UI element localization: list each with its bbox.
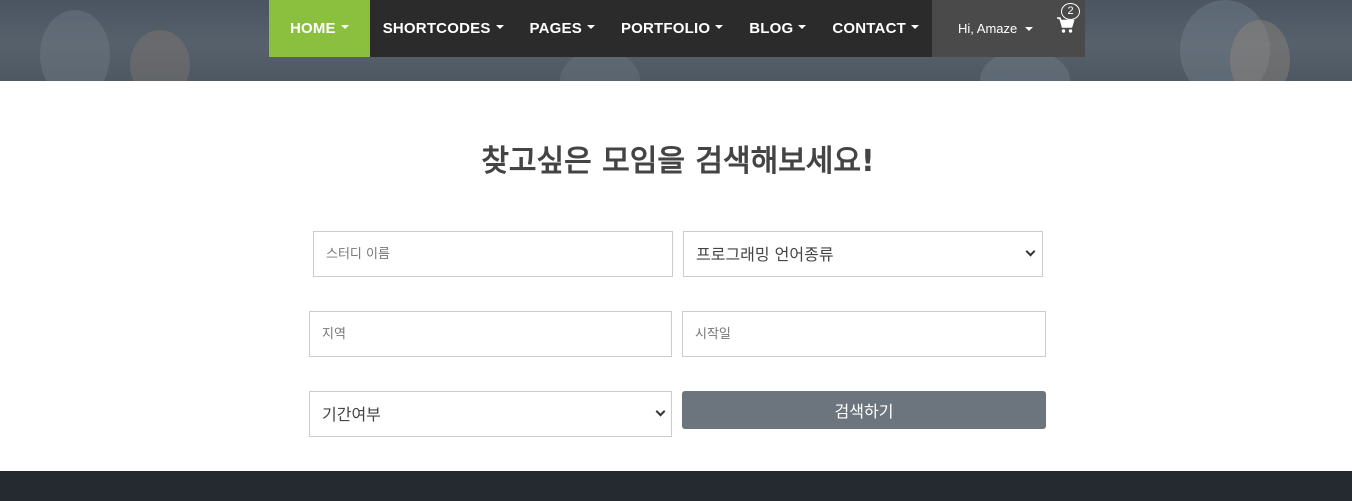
region-input[interactable] xyxy=(309,311,672,357)
user-greeting: Hi, Amaze xyxy=(958,21,1018,36)
nav-item-label: SHORTCODES xyxy=(382,20,491,37)
cart-count-badge: 2 xyxy=(1061,3,1080,20)
nav-item-home[interactable]: HOME xyxy=(269,0,370,57)
nav-item-pages[interactable]: PAGES xyxy=(517,0,608,57)
start-date-input[interactable] xyxy=(682,311,1046,357)
nav-item-label: BLOG xyxy=(749,20,794,37)
caret-down-icon xyxy=(586,24,595,29)
nav-item-contact[interactable]: CONTACT xyxy=(819,0,932,57)
main-navbar: HOME SHORTCODES PAGES PORTFOLIO BLOG CON… xyxy=(269,0,1085,57)
nav-item-label: PAGES xyxy=(529,20,582,37)
nav-item-blog[interactable]: BLOG xyxy=(736,0,819,57)
search-button[interactable]: 검색하기 xyxy=(682,391,1046,429)
study-name-input[interactable] xyxy=(313,231,673,277)
nav-item-portfolio[interactable]: PORTFOLIO xyxy=(608,0,736,57)
language-select-wrapper: 프로그래밍 언어종류 xyxy=(683,231,1043,277)
caret-down-icon xyxy=(1025,26,1034,31)
nav-item-shortcodes[interactable]: SHORTCODES xyxy=(370,0,517,57)
language-select[interactable]: 프로그래밍 언어종류 xyxy=(683,231,1043,277)
footer-band xyxy=(0,471,1352,501)
background-photo-shape xyxy=(40,10,110,81)
caret-down-icon xyxy=(715,24,724,29)
page-title: 찾고싶은 모임을 검색해보세요! xyxy=(481,144,875,179)
caret-down-icon xyxy=(340,24,349,29)
nav-item-label: HOME xyxy=(289,20,336,37)
caret-down-icon xyxy=(911,24,919,29)
period-select[interactable]: 기간여부 xyxy=(309,391,672,437)
nav-item-label: CONTACT xyxy=(832,20,906,37)
period-select-wrapper: 기간여부 xyxy=(309,391,672,437)
caret-down-icon xyxy=(495,24,504,29)
hero-banner: HOME SHORTCODES PAGES PORTFOLIO BLOG CON… xyxy=(0,0,1352,81)
background-photo-shape xyxy=(130,30,190,81)
user-menu[interactable]: Hi, Amaze 2 xyxy=(932,0,1085,57)
nav-item-label: PORTFOLIO xyxy=(620,20,711,37)
caret-down-icon xyxy=(798,24,807,29)
